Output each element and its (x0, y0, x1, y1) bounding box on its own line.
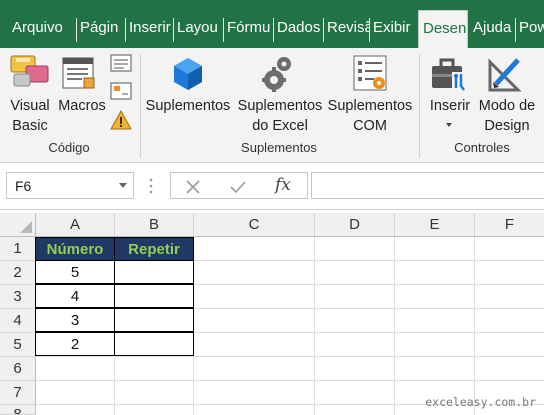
column-header-d[interactable]: D (315, 213, 395, 237)
ribbon-tab-bar: Arquivo Págin Inserir Layou Fórmu Dados … (0, 0, 544, 48)
column-header-f[interactable]: F (475, 213, 544, 237)
macro-security-icon[interactable] (110, 110, 132, 130)
tab-power[interactable]: Pow (515, 10, 544, 48)
formula-bar: F6 fx (0, 163, 544, 210)
select-all-button[interactable] (0, 213, 36, 237)
row-header-7[interactable]: 7 (0, 381, 36, 405)
cell-a1-header[interactable]: Número (35, 237, 115, 261)
row-header-4[interactable]: 4 (0, 309, 36, 333)
tab-arquivo[interactable]: Arquivo (8, 10, 70, 48)
chevron-down-icon[interactable] (119, 183, 127, 188)
excel-addins-label-1: Suplementos (237, 98, 323, 114)
tab-pagina[interactable]: Págin (76, 10, 124, 48)
toolbox-icon (432, 58, 466, 91)
relative-references-icon[interactable] (110, 82, 132, 100)
gridline (394, 237, 395, 415)
cell-a5[interactable]: 2 (35, 332, 115, 356)
formula-buttons: fx (170, 172, 308, 199)
com-addins-label-1: Suplementos (327, 98, 413, 114)
cell-a2[interactable]: 5 (35, 260, 115, 284)
tab-inserir[interactable]: Inserir (125, 10, 173, 48)
cell-b5[interactable] (114, 332, 194, 356)
gridline (36, 380, 544, 381)
design-mode-label-2: Design (484, 118, 530, 134)
gridline (36, 356, 544, 357)
row-header-3[interactable]: 3 (0, 285, 36, 309)
macros-label: Macros (58, 98, 106, 114)
column-header-a[interactable]: A (36, 213, 115, 237)
tab-formulas[interactable]: Fórmu (223, 10, 273, 48)
tab-ajuda[interactable]: Ajuda (469, 10, 515, 48)
insert-function-icon[interactable]: fx (275, 175, 291, 195)
column-header-e[interactable]: E (395, 213, 475, 237)
tab-dados[interactable]: Dados (273, 10, 323, 48)
gridline (314, 237, 315, 415)
record-macro-icon[interactable] (110, 54, 132, 72)
insert-control-label: Inserir (429, 98, 471, 114)
design-mode-label-1: Modo de (478, 98, 536, 114)
tab-revisao[interactable]: Revisã (323, 10, 369, 48)
spreadsheet-grid: A B C D E F 1 2 3 4 5 6 7 8 Número Repet… (0, 210, 544, 415)
cell-b2[interactable] (114, 260, 194, 284)
row-header-5[interactable]: 5 (0, 333, 36, 357)
drag-handle-icon[interactable] (148, 176, 154, 196)
cell-b4[interactable] (114, 308, 194, 332)
tab-desenvolvedor[interactable]: Desen (418, 10, 468, 48)
formula-input[interactable] (311, 172, 544, 199)
design-mode-icon (488, 58, 522, 92)
visual-basic-label-2: Basic (12, 118, 48, 134)
group-label-controles: Controles (454, 140, 510, 155)
visual-basic-label-1: Visual (10, 98, 50, 114)
cell-b1-header[interactable]: Repetir (114, 237, 194, 261)
gears-icon (262, 57, 291, 92)
cancel-icon[interactable] (185, 179, 201, 195)
row-header-2[interactable]: 2 (0, 261, 36, 285)
row-header-1[interactable]: 1 (0, 237, 36, 261)
gridline (474, 237, 475, 415)
row-header-6[interactable]: 6 (0, 357, 36, 381)
cell-a3[interactable]: 4 (35, 284, 115, 308)
tab-layout[interactable]: Layou (173, 10, 223, 48)
group-label-suplementos: Suplementos (241, 140, 317, 155)
group-label-codigo: Código (48, 140, 90, 155)
watermark: exceleasy.com.br (425, 395, 536, 409)
excel-addins-label-2: do Excel (252, 118, 308, 134)
cell-b3[interactable] (114, 284, 194, 308)
cell-a4[interactable]: 3 (35, 308, 115, 332)
enter-check-icon[interactable] (229, 179, 247, 195)
chevron-down-icon (446, 123, 452, 127)
store-addins-icon (174, 58, 202, 90)
ribbon: Visual Basic Macros Código Suplementos S… (0, 48, 544, 163)
com-addins-label-2: COM (353, 118, 387, 134)
tab-exibir[interactable]: Exibir (369, 10, 417, 48)
column-header-b[interactable]: B (115, 213, 194, 237)
name-box[interactable]: F6 (6, 172, 134, 199)
select-all-icon (20, 221, 32, 233)
row-header-8[interactable]: 8 (0, 405, 36, 415)
visual-basic-icon (10, 55, 49, 87)
macros-icon (62, 57, 95, 89)
suplementos-label: Suplementos (145, 98, 231, 114)
com-addins-icon (353, 55, 387, 91)
column-header-c[interactable]: C (194, 213, 315, 237)
name-box-value: F6 (15, 178, 32, 194)
